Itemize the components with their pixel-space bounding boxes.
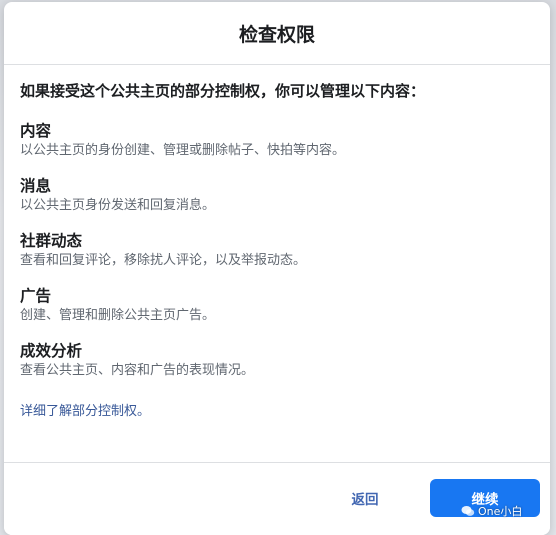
permission-item-ads: 广告 创建、管理和删除公共主页广告。 bbox=[20, 286, 534, 325]
permission-item-community-activity: 社群动态 查看和回复评论，移除扰人评论，以及举报动态。 bbox=[20, 231, 534, 270]
permission-item-content: 内容 以公共主页的身份创建、管理或删除帖子、快拍等内容。 bbox=[20, 121, 534, 160]
dialog-title: 检查权限 bbox=[238, 23, 315, 46]
watermark-text: One小白 bbox=[478, 505, 523, 518]
permission-item-insights: 成效分析 查看公共主页、内容和广告的表现情况。 bbox=[20, 341, 534, 380]
permission-description: 创建、管理和删除公共主页广告。 bbox=[20, 308, 216, 323]
permission-title: 成效分析 bbox=[20, 342, 83, 360]
watermark: One小白 bbox=[461, 503, 522, 519]
permission-description: 以公共主页身份发送和回复消息。 bbox=[20, 198, 216, 213]
dialog-header: 检查权限 bbox=[4, 2, 550, 65]
permission-description: 以公共主页的身份创建、管理或删除帖子、快拍等内容。 bbox=[20, 143, 346, 158]
permission-title: 消息 bbox=[20, 177, 52, 195]
dialog-body: 如果接受这个公共主页的部分控制权，你可以管理以下内容： 内容 以公共主页的身份创… bbox=[4, 65, 550, 419]
permission-item-messages: 消息 以公共主页身份发送和回复消息。 bbox=[20, 176, 534, 215]
permission-title: 广告 bbox=[20, 287, 52, 305]
permission-description: 查看和回复评论，移除扰人评论，以及举报动态。 bbox=[20, 253, 307, 268]
back-button[interactable]: 返回 bbox=[339, 487, 391, 509]
review-permissions-dialog: 检查权限 如果接受这个公共主页的部分控制权，你可以管理以下内容： 内容 以公共主… bbox=[4, 2, 550, 535]
dialog-footer: 返回 继续 bbox=[4, 462, 550, 535]
learn-more-link[interactable]: 详细了解部分控制权。 bbox=[20, 400, 150, 419]
permission-title: 内容 bbox=[20, 122, 52, 140]
permission-description: 查看公共主页、内容和广告的表现情况。 bbox=[20, 363, 255, 378]
intro-text: 如果接受这个公共主页的部分控制权，你可以管理以下内容： bbox=[20, 82, 426, 100]
wechat-icon bbox=[461, 506, 475, 516]
permission-title: 社群动态 bbox=[20, 232, 83, 250]
